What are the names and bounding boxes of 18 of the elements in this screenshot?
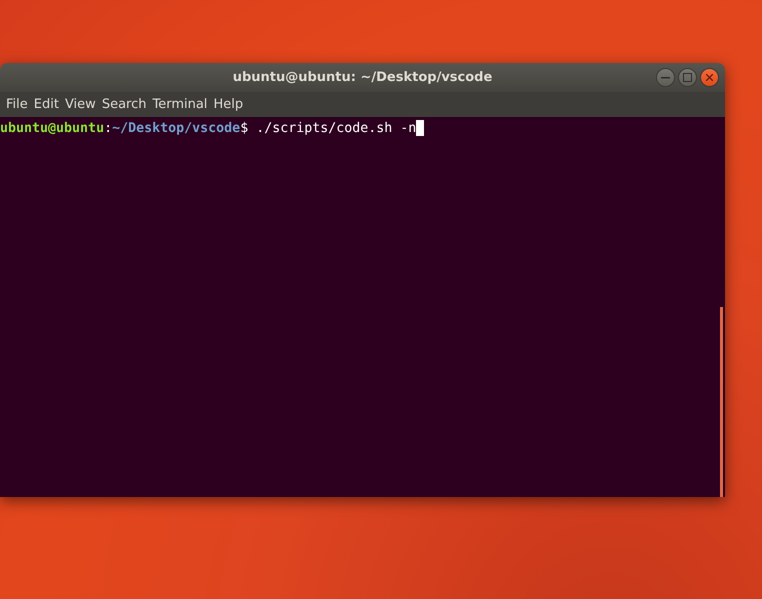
close-icon [706,74,713,81]
scrollbar-thumb[interactable] [720,307,723,497]
menu-item[interactable]: Help [213,97,248,112]
text-cursor [416,120,424,136]
menu-item[interactable]: File [6,97,33,112]
prompt-separator: : [104,120,112,137]
menu-item[interactable]: Edit [34,97,64,112]
menu-item[interactable]: Terminal [152,97,212,112]
menu-item[interactable]: Search [102,97,152,112]
menu-item[interactable]: View [64,97,101,112]
command-text: $ ./scripts/code.sh -n [240,120,416,137]
close-button[interactable] [700,68,719,87]
window-title: ubuntu@ubuntu: ~/Desktop/vscode [232,70,492,85]
maximize-icon [683,73,692,82]
prompt-user: ubuntu@ubuntu [0,120,104,137]
minimize-button[interactable] [656,68,675,87]
prompt-path: ~/Desktop/vscode [112,120,240,137]
maximize-button[interactable] [678,68,697,87]
